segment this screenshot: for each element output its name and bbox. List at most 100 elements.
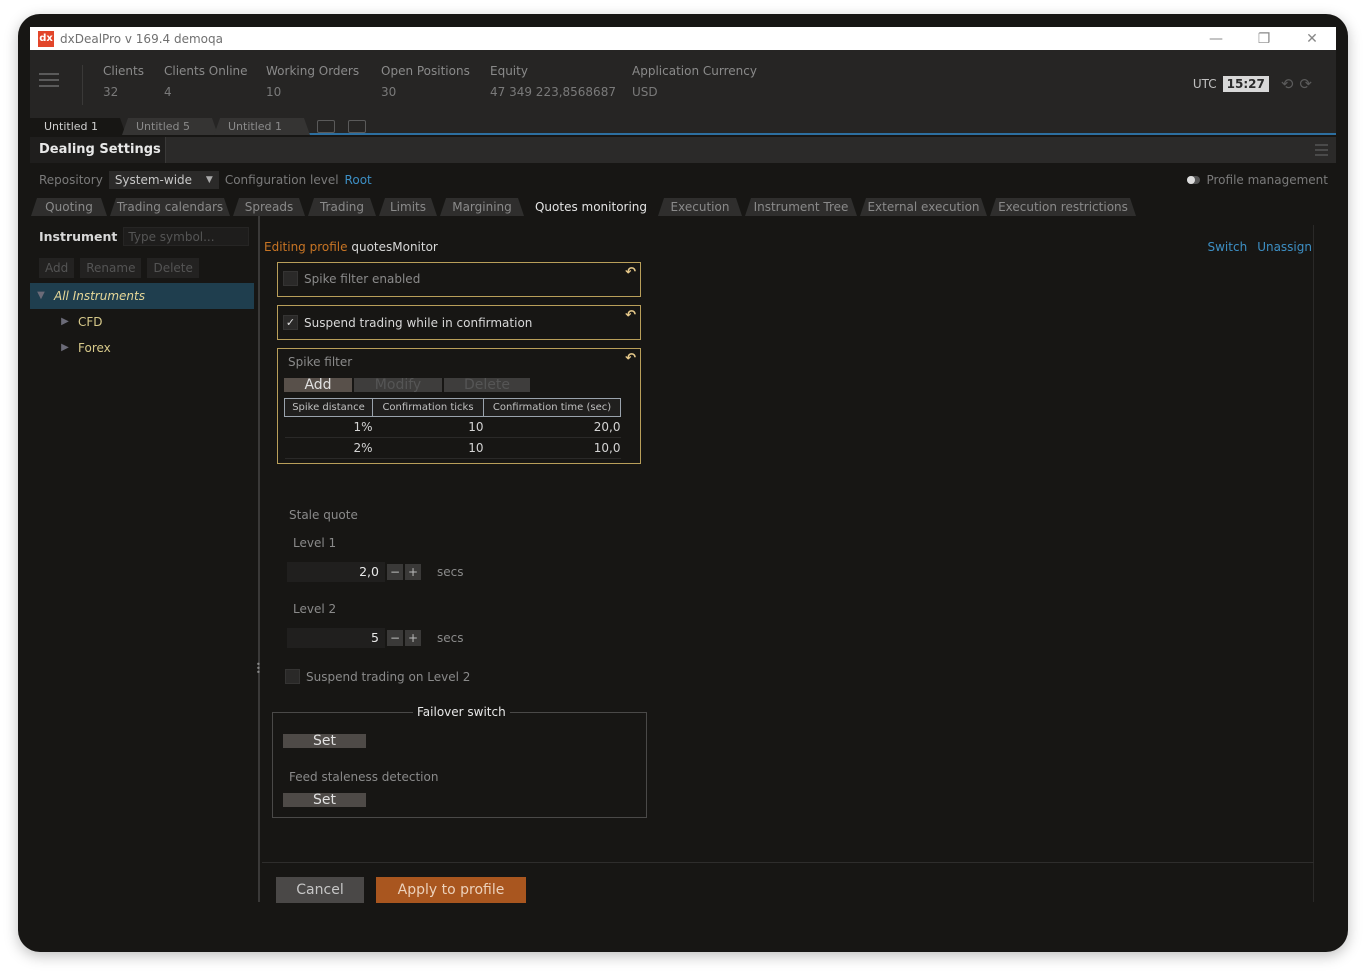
- unassign-link[interactable]: Unassign: [1257, 240, 1312, 254]
- workspace-tab-3[interactable]: Untitled 1: [214, 118, 310, 135]
- stat-label: Equity: [490, 64, 528, 78]
- add-instrument-button[interactable]: Add: [39, 258, 75, 278]
- restore-button[interactable]: ❐: [1240, 27, 1288, 50]
- suspend-level2-row: Suspend trading on Level 2: [285, 669, 470, 684]
- tab-external-execution[interactable]: External execution: [860, 198, 987, 216]
- tab-execution-restrictions[interactable]: Execution restrictions: [990, 198, 1136, 216]
- suspend-level2-label: Suspend trading on Level 2: [306, 669, 471, 684]
- level1-input[interactable]: 2,0: [287, 562, 385, 582]
- repository-select[interactable]: System-wide ▼: [108, 171, 219, 189]
- table-row[interactable]: 1% 10 20,0: [284, 416, 621, 438]
- spike-add-button[interactable]: Add: [284, 378, 352, 392]
- tree-node-cfd[interactable]: ▶ CFD: [30, 309, 254, 335]
- spike-delete-button[interactable]: Delete: [444, 378, 530, 392]
- layout-grid-icon[interactable]: [317, 120, 335, 133]
- panel-menu-icon[interactable]: [1315, 144, 1328, 159]
- instrument-search-input[interactable]: [123, 227, 250, 246]
- stat-value: 10: [266, 85, 282, 99]
- redo-icon[interactable]: ⟳: [1299, 75, 1312, 93]
- suspend-confirmation-box: ✓ Suspend trading while in confirmation …: [277, 305, 641, 340]
- config-level-link[interactable]: Root: [345, 173, 372, 187]
- stat-label: Open Positions: [381, 64, 470, 78]
- repository-row: Repository System-wide ▼ Configuration l…: [39, 171, 372, 189]
- switch-link[interactable]: Switch: [1208, 240, 1248, 254]
- expanded-arrow-icon[interactable]: ▼: [34, 283, 48, 309]
- table-cell: 1%: [284, 416, 373, 438]
- splitter-grip-icon[interactable]: • • •: [256, 661, 261, 677]
- table-row[interactable]: 2% 10 10,0: [284, 437, 621, 459]
- revert-icon[interactable]: ↶: [625, 351, 636, 366]
- tree-node-all-instruments[interactable]: ▼ All Instruments: [30, 283, 254, 309]
- repository-value: System-wide: [114, 173, 193, 187]
- tree-node-label: CFD: [78, 315, 103, 329]
- clock-time: 15:27: [1222, 76, 1269, 92]
- apply-to-profile-button[interactable]: Apply to profile: [376, 877, 526, 903]
- spike-modify-button[interactable]: Modify: [354, 378, 442, 392]
- feed-staleness-set-button[interactable]: Set: [283, 793, 366, 807]
- panel-splitter[interactable]: [258, 216, 260, 902]
- tab-spreads[interactable]: Spreads: [233, 198, 305, 216]
- spike-filter-enabled-checkbox[interactable]: [283, 271, 298, 286]
- suspend-confirmation-label: Suspend trading while in confirmation: [304, 315, 533, 330]
- workspace-tabs: Untitled 1 Untitled 5 Untitled 1: [30, 118, 1336, 135]
- decrement-button[interactable]: −: [387, 630, 403, 646]
- level2-input[interactable]: 5: [287, 628, 385, 648]
- tab-margining[interactable]: Margining: [440, 198, 524, 216]
- stat-application-currency: Application Currency USD: [632, 64, 757, 99]
- column-header[interactable]: Confirmation ticks: [372, 398, 484, 417]
- stat-equity: Equity 47 349 223,8568687: [490, 64, 616, 99]
- revert-icon[interactable]: ↶: [625, 308, 636, 323]
- decrement-button[interactable]: −: [387, 564, 403, 580]
- tab-limits[interactable]: Limits: [379, 198, 437, 216]
- increment-button[interactable]: +: [405, 630, 421, 646]
- layout-stack-icon[interactable]: [348, 120, 366, 133]
- level1-unit: secs: [437, 565, 464, 579]
- failover-set-button[interactable]: Set: [283, 734, 366, 748]
- cancel-button[interactable]: Cancel: [276, 877, 364, 903]
- editing-profile-header: Editing profile quotesMonitor: [264, 240, 438, 254]
- stat-open-positions: Open Positions 30: [381, 64, 470, 99]
- workspace-tab-1[interactable]: Untitled 1: [30, 118, 126, 135]
- profile-management-toggle[interactable]: Profile management: [1187, 173, 1328, 187]
- tab-execution[interactable]: Execution: [658, 198, 742, 216]
- tab-trading-calendars[interactable]: Trading calendars: [110, 198, 230, 216]
- stat-label: Application Currency: [632, 64, 757, 78]
- collapsed-arrow-icon[interactable]: ▶: [58, 335, 72, 361]
- dropdown-caret-icon: ▼: [205, 175, 213, 185]
- instrument-tree: ▼ All Instruments ▶ CFD ▶ Forex: [30, 283, 254, 361]
- stale-quote-title: Stale quote: [289, 508, 358, 522]
- suspend-level2-checkbox[interactable]: [285, 669, 300, 684]
- stat-label: Clients Online: [164, 64, 248, 78]
- profile-editor: Editing profile quotesMonitor Switch Una…: [262, 225, 1314, 903]
- collapsed-arrow-icon[interactable]: ▶: [58, 309, 72, 335]
- increment-button[interactable]: +: [405, 564, 421, 580]
- instrument-label: Instrument: [39, 229, 118, 244]
- tab-trading[interactable]: Trading: [308, 198, 376, 216]
- tab-quotes-monitoring[interactable]: Quotes monitoring: [527, 198, 655, 216]
- tree-node-forex[interactable]: ▶ Forex: [30, 335, 254, 361]
- close-button[interactable]: ✕: [1288, 27, 1336, 50]
- config-level-label: Configuration level: [224, 173, 339, 187]
- level1-stepper: 2,0 − + secs: [287, 562, 463, 582]
- undo-icon[interactable]: ⟲: [1281, 75, 1294, 93]
- rename-instrument-button[interactable]: Rename: [80, 258, 142, 278]
- revert-icon[interactable]: ↶: [625, 265, 636, 280]
- stat-label: Clients: [103, 64, 144, 78]
- table-cell: 20,0: [483, 416, 621, 438]
- suspend-confirmation-checkbox[interactable]: ✓: [283, 315, 298, 330]
- toggle-icon[interactable]: [1187, 176, 1201, 184]
- tree-node-label: Forex: [78, 341, 111, 355]
- tab-quoting[interactable]: Quoting: [31, 198, 107, 216]
- workspace-tab-2[interactable]: Untitled 5: [122, 118, 218, 135]
- app-window: dx dxDealPro v 169.4 demoqa — ❐ ✕ Client…: [30, 27, 1336, 903]
- failover-switch-group: Failover switch Set Feed staleness detec…: [272, 705, 647, 818]
- spike-filter-title: Spike filter: [288, 355, 353, 369]
- tab-instrument-tree[interactable]: Instrument Tree: [745, 198, 857, 216]
- delete-instrument-button[interactable]: Delete: [147, 258, 199, 278]
- hamburger-menu-icon[interactable]: [39, 73, 59, 87]
- profile-management-label: Profile management: [1206, 173, 1328, 187]
- column-header[interactable]: Confirmation time (sec): [483, 398, 621, 417]
- column-header[interactable]: Spike distance: [284, 398, 373, 417]
- failover-switch-title: Failover switch: [413, 705, 510, 719]
- minimize-button[interactable]: —: [1192, 27, 1240, 50]
